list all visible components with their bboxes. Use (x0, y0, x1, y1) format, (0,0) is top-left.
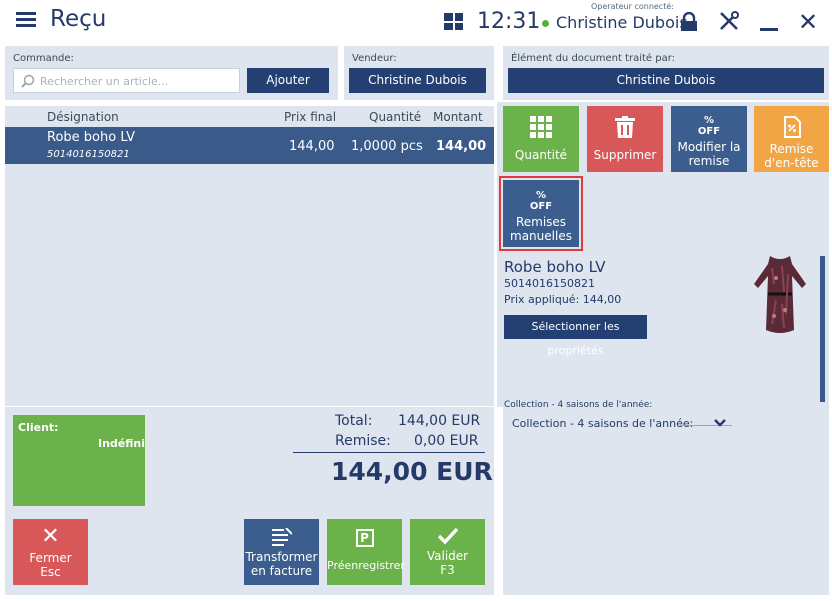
preenregistrer-label: Préenregistrer (327, 559, 405, 572)
totals-divider (293, 452, 485, 453)
document-discount-icon (783, 116, 801, 138)
tools-icon[interactable] (718, 10, 740, 32)
supprimer-button[interactable]: Supprimer (587, 106, 663, 172)
client-value: Indéfini (98, 437, 146, 450)
client-tile[interactable]: Client: Indéfini (13, 415, 145, 506)
client-label: Client: (18, 421, 59, 434)
remise-label: Remise: (335, 433, 391, 449)
total-label: Total: (335, 413, 373, 429)
product-image (754, 256, 806, 333)
search-placeholder: Rechercher un article... (40, 75, 169, 88)
remise-entete-button[interactable]: Remise d'en-tête (754, 106, 829, 172)
fermer-key: Esc (40, 565, 61, 579)
vendeur-select[interactable]: Christine Dubois (349, 68, 486, 93)
product-code: 5014016150821 (504, 277, 595, 290)
commande-label: Commande: (13, 53, 74, 64)
valider-key: F3 (440, 563, 455, 577)
transformer-button[interactable]: Transformer en facture (244, 519, 319, 585)
col-header-quantite[interactable]: Quantité (369, 110, 421, 124)
remise-entete-label: Remise d'en-tête (764, 142, 819, 170)
row-quantity: 1,0000 pcs (351, 139, 423, 154)
remises-manuelles-label: Remises manuelles (510, 215, 572, 243)
collection-clipped: Collection - 4 saisons de l'année: (504, 400, 653, 407)
chevron-down-icon[interactable] (714, 419, 726, 427)
table-row[interactable]: Robe boho LV 5014016150821 144,00 1,0000… (5, 127, 494, 164)
col-header-designation[interactable]: Désignation (47, 110, 119, 124)
modifier-remise-button[interactable]: % OFF Modifier la remise (671, 106, 747, 172)
status-online-icon (542, 20, 549, 27)
minimize-icon[interactable] (760, 28, 778, 31)
parking-icon: P (355, 529, 374, 547)
document-list-icon (271, 528, 292, 546)
supprimer-label: Supprimer (593, 148, 657, 162)
total-value: 144,00 EUR (398, 413, 481, 429)
valider-label: Valider (426, 549, 469, 563)
close-x-icon: ✕ (41, 524, 60, 549)
processed-by-select[interactable]: Christine Dubois (508, 68, 824, 93)
vendeur-label: Vendeur: (352, 53, 397, 64)
modifier-remise-label: Modifier la remise (677, 140, 741, 168)
col-header-montant[interactable]: Montant (433, 110, 483, 124)
items-panel: Désignation Prix final Quantité Montant … (5, 106, 494, 406)
col-header-prix[interactable]: Prix final (284, 110, 336, 124)
order-panel: Commande: Rechercher un article... Ajout… (5, 46, 338, 100)
footer-right-panel: Collection - 4 saisons de l'année: (503, 407, 829, 595)
add-button[interactable]: Ajouter (247, 68, 329, 93)
fermer-button[interactable]: ✕ Fermer Esc (13, 519, 88, 585)
fermer-label: Fermer (29, 551, 72, 565)
search-input[interactable]: Rechercher un article... (13, 68, 240, 93)
row-code: 5014016150821 (47, 149, 130, 160)
scrollbar[interactable] (820, 256, 825, 402)
transformer-label-2: en facture (250, 564, 313, 578)
trash-icon (615, 116, 635, 138)
remises-manuelles-button[interactable]: % OFF Remises manuelles (503, 180, 579, 247)
chevron-down-icon[interactable]: ⌄ (681, 399, 691, 407)
preenregistrer-button[interactable]: P Préenregistrer (327, 519, 405, 585)
processed-by-label: Élément du document traité par: (511, 53, 676, 64)
hamburger-menu-icon[interactable] (16, 12, 36, 30)
percent-off-icon: % OFF (529, 190, 553, 212)
pos-receipt-screen: Reçu 12:31 Operateur connecté: Christine… (0, 0, 832, 601)
grid-icon (530, 116, 552, 138)
lock-icon[interactable] (679, 12, 699, 32)
remises-manuelles-highlight: % OFF Remises manuelles (499, 176, 583, 251)
quantite-button[interactable]: Quantité (503, 106, 579, 172)
select-properties-button[interactable]: Sélectionner les propriétés (504, 315, 647, 357)
valider-button[interactable]: Valider F3 (410, 519, 485, 585)
processed-by-panel: Élément du document traité par: Christin… (503, 46, 829, 100)
checkmark-icon (437, 527, 458, 545)
product-name: Robe boho LV (504, 258, 606, 276)
collection-label: Collection - 4 saisons de l'année: (512, 417, 694, 430)
quantite-label: Quantité (514, 148, 568, 162)
search-icon (21, 74, 35, 88)
percent-off-icon: % OFF (697, 115, 721, 137)
grid-view-icon[interactable] (444, 13, 463, 30)
grand-total: 144,00 EUR (331, 457, 493, 486)
page-title: Reçu (50, 6, 107, 32)
remise-value: 0,00 EUR (414, 433, 479, 449)
row-amount: 144,00 (436, 139, 487, 154)
operator-label: Operateur connecté: (591, 2, 674, 11)
vendeur-panel: Vendeur: Christine Dubois (344, 46, 494, 100)
transformer-label-1: Transformer (245, 550, 318, 564)
row-price: 144,00 (289, 139, 335, 154)
operator-name[interactable]: Christine Dubois (556, 13, 688, 32)
clock: 12:31 (477, 9, 541, 34)
row-name: Robe boho LV (47, 130, 136, 145)
close-icon[interactable]: ✕ (798, 8, 818, 36)
product-price: Prix appliqué: 144,00 (504, 293, 622, 306)
